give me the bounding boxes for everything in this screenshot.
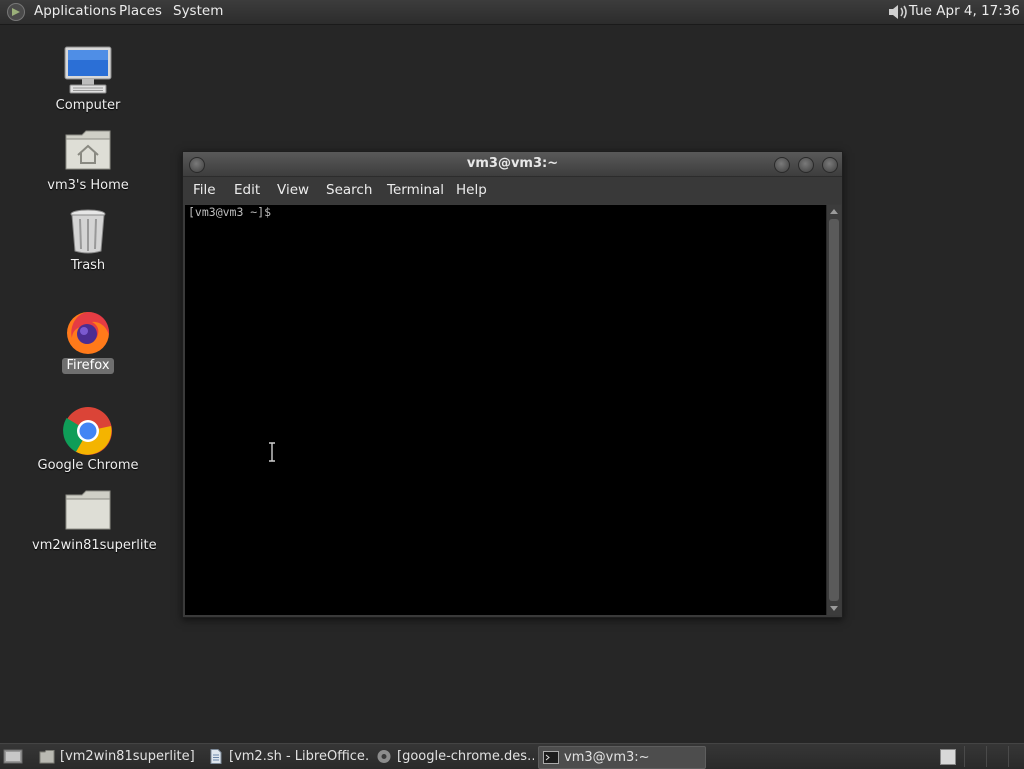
scroll-up-icon[interactable] <box>830 209 838 214</box>
desktop-icon-vm2win81superlite[interactable]: vm2win81superlite <box>28 485 157 554</box>
menu-system[interactable]: System <box>173 0 223 24</box>
taskbar-item-terminal[interactable]: vm3@vm3:~ <box>538 746 706 769</box>
bottom-panel: [vm2win81superlite] [vm2.sh - LibreOffic… <box>0 743 1024 769</box>
show-desktop-icon[interactable] <box>3 748 23 765</box>
desktop-icon-computer[interactable]: Computer <box>28 45 148 114</box>
taskbar-item-label: [vm2win81superlite] <box>60 749 195 764</box>
scrollbar-thumb[interactable] <box>829 219 839 601</box>
clock[interactable]: Tue Apr 4, 17:36 <box>909 0 1020 23</box>
minimize-button[interactable] <box>774 157 790 173</box>
menu-search[interactable]: Search <box>326 177 372 204</box>
menu-view[interactable]: View <box>277 177 309 204</box>
terminal-output[interactable]: [vm3@vm3 ~]$ <box>185 205 826 615</box>
top-panel: Applications Places System Tue Apr 4, 17… <box>0 0 1024 25</box>
window-titlebar[interactable]: vm3@vm3:~ <box>183 152 842 177</box>
workspace-1[interactable] <box>940 749 956 765</box>
menu-file[interactable]: File <box>193 177 216 204</box>
desktop-icon-label: Trash <box>70 258 106 273</box>
computer-monitor-icon <box>64 46 112 94</box>
desktop-icon-label: vm3's Home <box>47 178 129 193</box>
menu-terminal[interactable]: Terminal <box>387 177 444 204</box>
desktop-icon-label: Google Chrome <box>37 458 139 473</box>
desktop-icon-label: Computer <box>55 98 121 113</box>
terminal-icon <box>543 751 559 764</box>
terminal-menubar: File Edit View Search Terminal Help <box>183 177 842 204</box>
desktop-icon-label: Firefox <box>62 358 114 374</box>
trash-can-icon <box>70 209 106 254</box>
gear-icon <box>377 750 391 763</box>
menu-help[interactable]: Help <box>456 177 487 204</box>
document-icon <box>210 749 222 764</box>
taskbar-item-google-chrome-desktop[interactable]: [google-chrome.des… <box>372 746 534 767</box>
menu-edit[interactable]: Edit <box>234 177 260 204</box>
menu-places[interactable]: Places <box>119 0 162 24</box>
workspace-divider <box>986 746 987 767</box>
chrome-icon <box>63 407 112 455</box>
window-title: vm3@vm3:~ <box>466 156 559 171</box>
taskbar-item-libreoffice[interactable]: [vm2.sh - LibreOffice… <box>204 746 369 767</box>
shell-prompt: [vm3@vm3 ~]$ <box>188 205 272 219</box>
text-cursor-icon <box>269 442 275 462</box>
desktop-icon-label: vm2win81superlite <box>32 538 157 553</box>
workspace-divider <box>1008 746 1009 767</box>
taskbar-item-vm2win81superlite[interactable]: [vm2win81superlite] <box>35 746 195 767</box>
firefox-icon <box>67 312 110 354</box>
desktop-icon-firefox[interactable]: Firefox <box>28 305 148 374</box>
desktop-icon-home[interactable]: vm3's Home <box>28 125 148 194</box>
taskbar-item-label: [vm2.sh - LibreOffice… <box>229 749 369 764</box>
terminal-window: vm3@vm3:~ File Edit View Search Terminal… <box>182 151 843 618</box>
close-button[interactable] <box>822 157 838 173</box>
menu-applications[interactable]: Applications <box>34 0 116 24</box>
folder-icon <box>65 490 111 530</box>
foot-logo-icon[interactable] <box>5 2 27 22</box>
folder-icon <box>39 750 55 764</box>
home-folder-icon <box>65 130 111 170</box>
vertical-scrollbar[interactable] <box>826 205 841 615</box>
scroll-down-icon[interactable] <box>830 606 838 611</box>
maximize-button[interactable] <box>798 157 814 173</box>
taskbar-item-label: vm3@vm3:~ <box>564 750 650 765</box>
workspace-divider <box>964 746 965 767</box>
taskbar-item-label: [google-chrome.des… <box>397 749 534 764</box>
desktop-icon-chrome[interactable]: Google Chrome <box>28 405 148 474</box>
desktop-icon-trash[interactable]: Trash <box>28 205 148 274</box>
